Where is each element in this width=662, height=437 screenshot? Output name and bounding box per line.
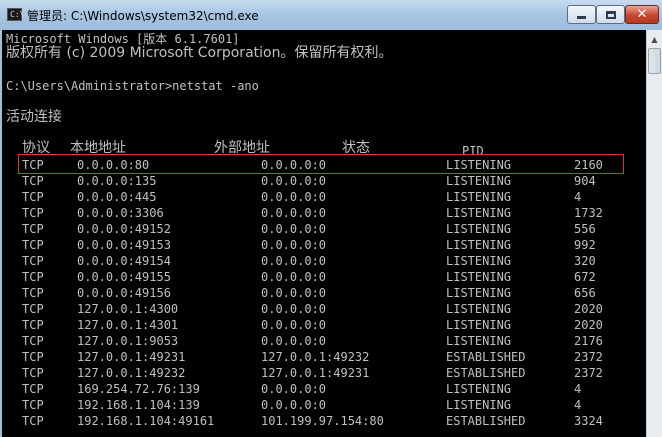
cell-pid: 656 [574,286,596,300]
close-icon: ✕ [636,7,648,22]
cell-local-address: 0.0.0.0:49153 [77,238,171,252]
cell-pid: 4 [574,398,582,412]
cell-state: ESTABLISHED [446,350,526,364]
cell-local-address: 127.0.0.1:9053 [77,334,179,348]
cell-local-address: 0.0.0.0:135 [77,174,157,188]
section-title: 活动连接 [6,109,62,125]
cell-pid: 2176 [574,334,603,348]
cell-proto: TCP [22,206,44,220]
cell-local-address: 169.254.72.76:139 [77,382,200,396]
vertical-scrollbar[interactable]: ▲ [646,30,662,437]
cell-proto: TCP [22,190,44,204]
cell-proto: TCP [22,238,44,252]
highlight-box [18,154,624,174]
cell-pid: 2020 [574,302,603,316]
cell-local-address: 127.0.0.1:4300 [77,302,179,316]
cell-local-address: 0.0.0.0:445 [77,190,157,204]
cell-local-address: 127.0.0.1:49232 [77,366,186,380]
cell-state: ESTABLISHED [446,414,526,428]
scrollbar-thumb[interactable] [648,48,661,74]
cell-pid: 2020 [574,318,603,332]
cell-local-address: 0.0.0.0:49156 [77,286,171,300]
cell-local-address: 127.0.0.1:4301 [77,318,179,332]
cell-foreign-address: 0.0.0.0:0 [261,398,327,412]
cell-proto: TCP [22,174,44,188]
cell-foreign-address: 0.0.0.0:0 [261,190,327,204]
cell-foreign-address: 0.0.0.0:0 [261,286,327,300]
cell-state: LISTENING [446,286,512,300]
cmd-window: C:\ 管理员: C:\Windows\system32\cmd.exe ✕ M… [0,0,662,437]
cell-state: LISTENING [446,174,512,188]
cell-proto: TCP [22,414,44,428]
cell-pid: 2372 [574,350,603,364]
minimize-icon [577,16,586,19]
cell-foreign-address: 0.0.0.0:0 [261,382,327,396]
cell-proto: TCP [22,270,44,284]
cell-state: ESTABLISHED [446,366,526,380]
cell-proto: TCP [22,302,44,316]
close-button[interactable]: ✕ [625,5,659,24]
scroll-up-arrow-icon[interactable]: ▲ [647,31,662,48]
banner-copyright: 版权所有 (c) 2009 Microsoft Corporation。保留所有… [6,45,393,61]
cell-proto: TCP [22,350,44,364]
cell-proto: TCP [22,334,44,348]
cell-local-address: 192.168.1.104:139 [77,398,200,412]
cell-foreign-address: 0.0.0.0:0 [261,254,327,268]
cell-state: LISTENING [446,382,512,396]
cell-state: LISTENING [446,206,512,220]
cell-proto: TCP [22,222,44,236]
cell-state: LISTENING [446,222,512,236]
cell-pid: 3324 [574,414,603,428]
window-title: 管理员: C:\Windows\system32\cmd.exe [27,9,259,23]
cell-pid: 904 [574,174,596,188]
cell-foreign-address: 0.0.0.0:0 [261,318,327,332]
cell-local-address: 0.0.0.0:49154 [77,254,171,268]
cell-foreign-address: 0.0.0.0:0 [261,206,327,220]
cell-foreign-address: 127.0.0.1:49232 [261,350,370,364]
cell-foreign-address: 0.0.0.0:0 [261,334,327,348]
cell-state: LISTENING [446,334,512,348]
app-icon-text: C:\ [10,10,25,19]
cell-local-address: 192.168.1.104:49161 [77,414,215,428]
cell-foreign-address: 0.0.0.0:0 [261,302,327,316]
cell-state: LISTENING [446,398,512,412]
console-output[interactable]: Microsoft Windows [版本 6.1.7601] 版权所有 (c)… [2,30,646,437]
cell-state: LISTENING [446,318,512,332]
cell-proto: TCP [22,286,44,300]
maximize-icon [605,10,616,19]
cell-state: LISTENING [446,270,512,284]
cell-pid: 2372 [574,366,603,380]
cell-local-address: 0.0.0.0:49155 [77,270,171,284]
cell-proto: TCP [22,382,44,396]
cell-pid: 4 [574,190,582,204]
cmd-app-icon[interactable]: C:\ [7,8,25,21]
maximize-button[interactable] [596,5,625,24]
cell-local-address: 0.0.0.0:49152 [77,222,171,236]
cell-pid: 320 [574,254,596,268]
command-prompt: C:\Users\Administrator>netstat -ano [6,79,259,93]
cell-proto: TCP [22,318,44,332]
cell-local-address: 127.0.0.1:49231 [77,350,186,364]
cell-proto: TCP [22,366,44,380]
cell-pid: 4 [574,382,582,396]
cell-foreign-address: 0.0.0.0:0 [261,270,327,284]
cell-state: LISTENING [446,254,512,268]
cell-state: LISTENING [446,302,512,316]
cell-pid: 672 [574,270,596,284]
title-bar[interactable]: C:\ 管理员: C:\Windows\system32\cmd.exe ✕ [0,0,662,30]
cell-state: LISTENING [446,190,512,204]
cell-state: LISTENING [446,238,512,252]
cell-foreign-address: 127.0.0.1:49231 [261,366,370,380]
cell-foreign-address: 0.0.0.0:0 [261,222,327,236]
cell-pid: 1732 [574,206,603,220]
cell-proto: TCP [22,254,44,268]
cell-pid: 556 [574,222,596,236]
cell-pid: 992 [574,238,596,252]
cell-foreign-address: 0.0.0.0:0 [261,238,327,252]
cell-local-address: 0.0.0.0:3306 [77,206,164,220]
cell-foreign-address: 101.199.97.154:80 [261,414,384,428]
minimize-button[interactable] [567,5,596,24]
cell-proto: TCP [22,398,44,412]
cell-foreign-address: 0.0.0.0:0 [261,174,327,188]
